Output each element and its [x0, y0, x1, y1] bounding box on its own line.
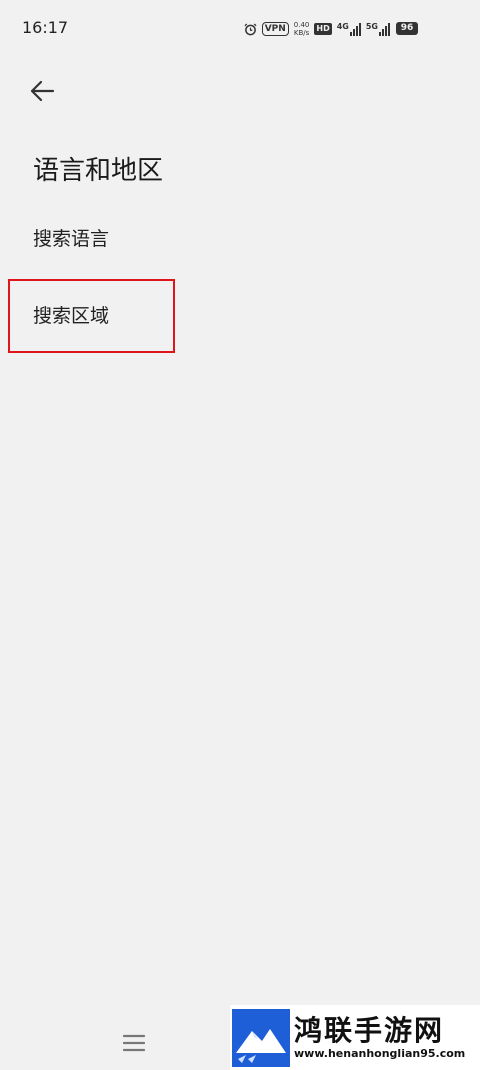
net-type-2: 5G [365, 22, 378, 31]
vpn-badge: VPN [261, 22, 289, 36]
arrow-left-icon [30, 80, 55, 102]
status-time: 16:17 [22, 18, 69, 37]
alarm-icon [244, 22, 257, 35]
speed-value: 0.40 [293, 21, 310, 29]
status-bar: 16:17 VPN 0.40 KB/s HD 4G 5G 96 [0, 0, 480, 56]
battery-icon: 96 [396, 22, 418, 35]
net-type-1: 4G [336, 22, 349, 31]
hd-badge: HD [314, 23, 332, 35]
watermark-title: 鸿联手游网 [294, 1013, 445, 1047]
page-title: 语言和地区 [33, 156, 164, 186]
watermark-logo-icon [232, 1008, 290, 1067]
watermark-text: 鸿联手游网 www.henanhonglian95.com [294, 1013, 466, 1061]
network-speed: 0.40 KB/s [294, 21, 310, 37]
watermark-url: www.henanhonglian95.com [294, 1046, 466, 1060]
highlight-box [8, 279, 175, 353]
menu-lines-icon[interactable] [123, 1034, 145, 1052]
menu-item-search-language[interactable]: 搜索语言 [33, 224, 109, 251]
signal-5g-icon: 5G [366, 22, 390, 36]
back-button[interactable] [26, 76, 58, 106]
status-icons: VPN 0.40 KB/s HD 4G 5G [244, 19, 390, 39]
speed-unit: KB/s [293, 29, 310, 37]
watermark: 鸿联手游网 www.henanhonglian95.com [230, 1005, 480, 1070]
signal-4g-icon: 4G [337, 22, 361, 36]
